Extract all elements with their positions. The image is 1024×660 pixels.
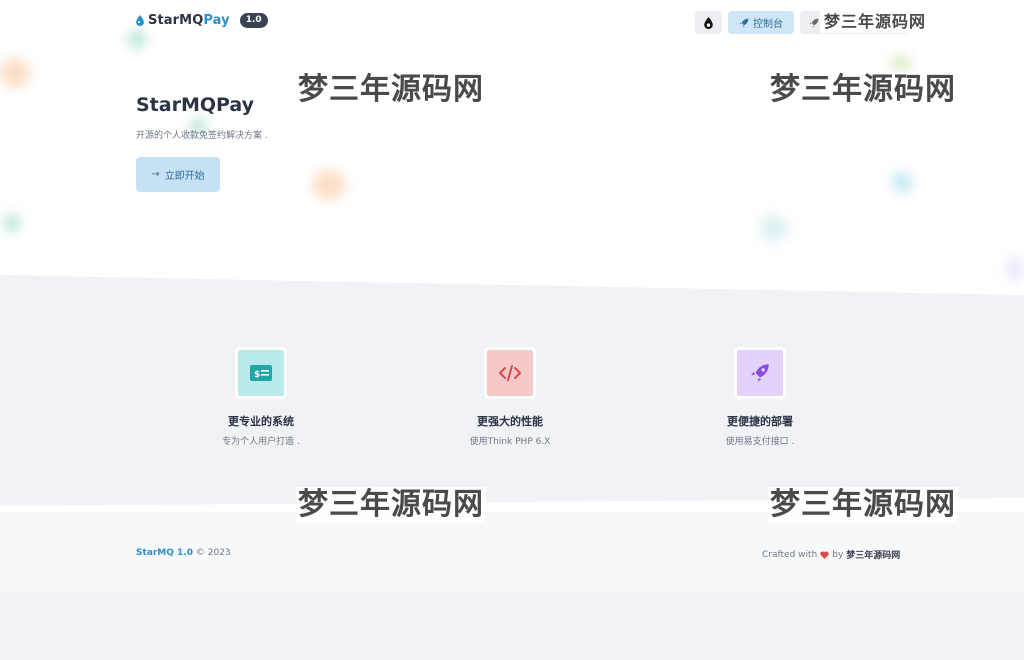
feature-item-professional: $ 更专业的系统 专为个人用户打造 .	[161, 347, 361, 447]
hero-divider	[0, 275, 1024, 305]
feature-item-performance: 更强大的性能 使用Think PHP 6.X	[410, 347, 610, 447]
footer-credit: Crafted with by 梦三年源码网	[762, 548, 900, 562]
console-button-label: 控制台	[753, 19, 783, 30]
feature-title: 更便捷的部署	[727, 415, 793, 428]
start-button-label: 立即开始	[164, 171, 205, 182]
feature-desc: 使用Think PHP 6.X	[469, 437, 551, 447]
brand-logo[interactable]: StarMQPay 1.0	[136, 13, 268, 28]
feature-desc: 使用易支付接口 .	[725, 437, 795, 447]
feature-icon-box	[484, 347, 536, 399]
feature-item-deployment: 更便捷的部署 使用易支付接口 .	[660, 347, 860, 447]
crafted-text: Crafted with	[762, 549, 818, 560]
page-title: StarMQPay	[136, 94, 255, 116]
hero-section: StarMQPay 1.0 控制台 StarMQPay 开源的个人收款免签约解决…	[0, 0, 1024, 300]
rocket-icon	[809, 18, 819, 27]
by-text: by	[832, 549, 844, 560]
rocket-icon	[751, 364, 769, 382]
drop-icon	[704, 16, 713, 29]
page: StarMQPay 1.0 控制台 StarMQPay 开源的个人收款免签约解决…	[0, 0, 1024, 660]
rocket-icon	[739, 18, 749, 27]
watermark: 梦三年源码网	[296, 487, 486, 523]
feature-icon-box	[734, 347, 786, 399]
svg-text:$: $	[254, 370, 260, 380]
footer-copyright: StarMQ 1.0 © 2023	[136, 548, 231, 558]
watermark: 梦三年源码网	[296, 72, 486, 108]
code-icon	[499, 365, 521, 381]
watermark: 梦三年源码网	[820, 10, 931, 34]
heart-icon	[820, 550, 829, 559]
copyright-text: © 2023	[195, 548, 231, 558]
footer-brand-link[interactable]: StarMQ 1.0	[136, 548, 193, 558]
hero-subtitle: 开源的个人收款免签约解决方案 .	[136, 131, 268, 141]
drop-icon	[136, 15, 144, 26]
feature-desc: 专为个人用户打造 .	[222, 437, 300, 447]
author-link[interactable]: 梦三年源码网	[846, 548, 900, 561]
start-button[interactable]: → 立即开始	[136, 157, 220, 192]
brand-name: StarMQPay	[148, 13, 230, 28]
watermark: 梦三年源码网	[768, 72, 958, 108]
theme-toggle-button[interactable]	[695, 11, 722, 34]
feature-title: 更强大的性能	[477, 415, 543, 428]
feature-title: 更专业的系统	[228, 415, 294, 428]
feature-icon-box: $	[235, 347, 287, 399]
money-bill-icon: $	[250, 365, 272, 381]
watermark: 梦三年源码网	[768, 487, 958, 523]
arrow-right-icon: →	[151, 169, 160, 180]
console-button[interactable]: 控制台	[728, 11, 794, 34]
version-badge: 1.0	[239, 13, 268, 28]
